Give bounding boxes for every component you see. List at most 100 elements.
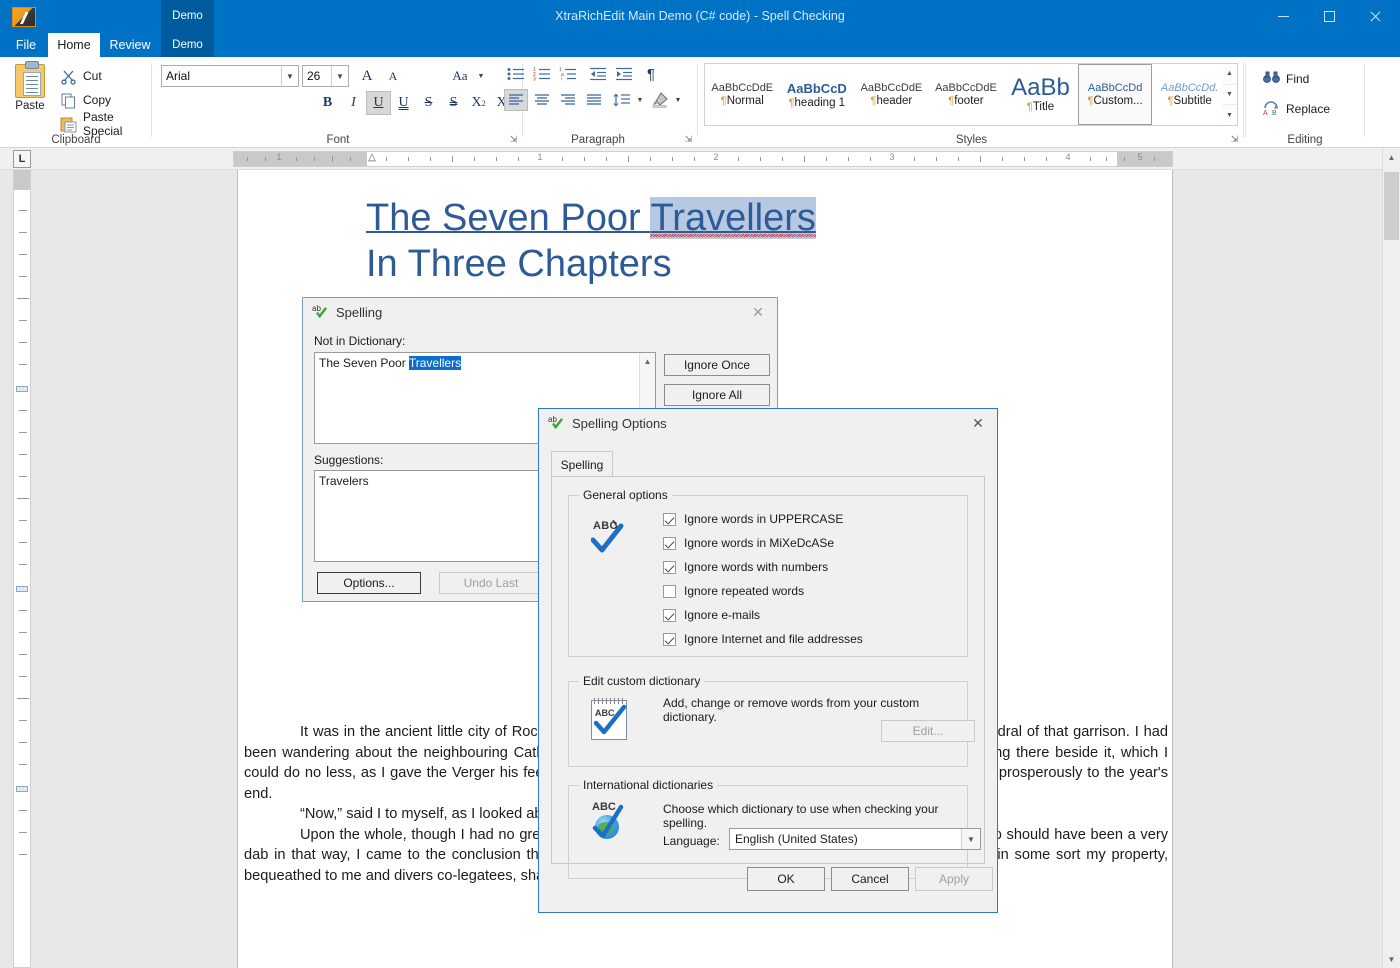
- shading-chevron-down-icon[interactable]: ▼: [672, 89, 684, 111]
- italic-button[interactable]: I: [341, 91, 366, 115]
- ignore-once-button[interactable]: Ignore Once: [664, 354, 770, 376]
- change-case-button[interactable]: Aa: [445, 65, 475, 87]
- align-center-button[interactable]: [530, 89, 554, 111]
- paste-special-button[interactable]: Paste Special: [60, 113, 152, 135]
- checkbox-icon[interactable]: [663, 633, 676, 646]
- numbered-list-button[interactable]: 123: [530, 63, 554, 85]
- copy-button[interactable]: Copy: [60, 89, 111, 111]
- paragraph-dialog-launcher[interactable]: ⇲: [683, 134, 694, 145]
- scroll-up-icon[interactable]: ▲: [1383, 148, 1400, 166]
- scroll-down-icon[interactable]: ▼: [1383, 950, 1400, 968]
- show-formatting-marks-button[interactable]: ¶: [640, 63, 662, 85]
- chevron-down-icon[interactable]: ▼: [331, 66, 348, 86]
- indent-marker-icon[interactable]: △: [367, 152, 377, 168]
- checkbox-icon[interactable]: [663, 609, 676, 622]
- document-vertical-scrollbar[interactable]: ▲ ▼: [1382, 148, 1400, 968]
- ok-button[interactable]: OK: [747, 867, 825, 891]
- styles-gallery[interactable]: AaBbCcDdE ¶Normal AaBbCcD ¶heading 1 AaB…: [704, 63, 1228, 126]
- line-spacing-chevron-down-icon[interactable]: ▼: [634, 89, 646, 111]
- tab-stop-selector[interactable]: L: [13, 150, 31, 168]
- horizontal-ruler[interactable]: 1 △ 1 2 3 4 5: [233, 151, 1173, 167]
- scroll-up-icon[interactable]: ▲: [1222, 64, 1237, 85]
- not-in-dictionary-label: Not in Dictionary:: [314, 334, 405, 348]
- style-item-header[interactable]: AaBbCcDdE ¶header: [854, 64, 929, 125]
- demo-tab[interactable]: Demo: [161, 33, 214, 57]
- checkbox-ignore-numbers[interactable]: Ignore words with numbers: [663, 560, 828, 574]
- options-dialog-close-icon[interactable]: ✕: [963, 413, 993, 433]
- double-underline-button[interactable]: U: [391, 91, 416, 115]
- grow-font-button[interactable]: A: [355, 65, 379, 87]
- cancel-button[interactable]: Cancel: [831, 867, 909, 891]
- options-button[interactable]: Options...: [317, 572, 421, 594]
- font-name-value: Arial: [166, 69, 190, 83]
- misspelled-word[interactable]: Travellers: [650, 197, 815, 239]
- decrease-indent-button[interactable]: [586, 63, 610, 85]
- checkbox-icon[interactable]: [663, 585, 676, 598]
- superscript-button[interactable]: X2: [466, 91, 491, 115]
- style-label: ¶header: [871, 95, 913, 107]
- checkbox-ignore-internet[interactable]: Ignore Internet and file addresses: [663, 632, 863, 646]
- checkbox-ignore-emails[interactable]: Ignore e-mails: [663, 608, 760, 622]
- style-item-heading1[interactable]: AaBbCcD ¶heading 1: [780, 64, 855, 125]
- checkbox-ignore-uppercase[interactable]: Ignore words in UPPERCASE: [663, 512, 843, 526]
- close-button[interactable]: [1352, 0, 1398, 33]
- tab-review[interactable]: Review: [102, 33, 158, 57]
- spelling-dialog-titlebar: ab Spelling: [303, 298, 777, 326]
- chevron-down-icon[interactable]: ▼: [281, 66, 298, 86]
- style-item-custom[interactable]: AaBbCcDd ¶Custom...: [1078, 64, 1153, 125]
- vertical-indent-marker[interactable]: [16, 386, 28, 392]
- tab-file[interactable]: File: [8, 33, 44, 57]
- checkbox-ignore-repeated[interactable]: Ignore repeated words: [663, 584, 804, 598]
- paste-button[interactable]: Paste: [8, 62, 52, 134]
- align-left-button[interactable]: [504, 89, 528, 111]
- styles-dialog-launcher[interactable]: ⇲: [1229, 134, 1240, 145]
- shading-button[interactable]: [648, 89, 672, 111]
- vertical-indent-marker[interactable]: [16, 786, 28, 792]
- vertical-ruler[interactable]: [13, 170, 31, 968]
- maximize-button[interactable]: [1306, 0, 1352, 33]
- undo-last-button[interactable]: Undo Last: [439, 572, 543, 594]
- font-size-combo[interactable]: 26 ▼: [302, 65, 349, 87]
- checkbox-icon[interactable]: [663, 561, 676, 574]
- multilevel-list-button[interactable]: 1ai: [556, 63, 580, 85]
- strikethrough-button[interactable]: S: [416, 91, 441, 115]
- increase-indent-button[interactable]: [612, 63, 636, 85]
- bold-button[interactable]: B: [315, 91, 340, 115]
- language-select[interactable]: English (United States) ▼: [729, 828, 981, 850]
- edit-dictionary-button[interactable]: Edit...: [881, 720, 975, 742]
- ignore-all-button[interactable]: Ignore All: [664, 384, 770, 406]
- ruler-right-margin: [1117, 152, 1172, 166]
- minimize-button[interactable]: [1260, 0, 1306, 33]
- find-button[interactable]: Find: [1263, 67, 1309, 91]
- checkbox-icon[interactable]: [663, 513, 676, 526]
- line-spacing-button[interactable]: [610, 89, 634, 111]
- checkbox-ignore-mixedcase[interactable]: Ignore words in MiXeDcASe: [663, 536, 834, 550]
- ruler-number: 2: [713, 152, 718, 162]
- apply-button[interactable]: Apply: [915, 867, 993, 891]
- style-item-subtitle[interactable]: AaBbCcDd. ¶Subtitle: [1152, 64, 1227, 125]
- styles-more-icon[interactable]: ▼: [1222, 105, 1237, 125]
- change-case-chevron-down-icon[interactable]: ▼: [475, 65, 487, 87]
- scroll-down-icon[interactable]: ▼: [1222, 85, 1237, 106]
- chevron-down-icon[interactable]: ▼: [961, 829, 980, 849]
- double-strikethrough-button[interactable]: S: [441, 91, 466, 115]
- tab-home[interactable]: Home: [48, 33, 100, 57]
- ribbon-group-paragraph: 123 1ai ¶: [498, 57, 698, 148]
- align-right-button[interactable]: [556, 89, 580, 111]
- style-item-normal[interactable]: AaBbCcDdE ¶Normal: [705, 64, 780, 125]
- bullet-list-button[interactable]: [504, 63, 528, 85]
- tab-spelling[interactable]: Spelling: [551, 451, 613, 477]
- spelling-dialog-close-icon[interactable]: ✕: [743, 302, 773, 322]
- vertical-indent-marker[interactable]: [16, 586, 28, 592]
- style-item-title[interactable]: AaBb ¶Title: [1003, 64, 1078, 125]
- underline-button[interactable]: U: [366, 91, 391, 115]
- align-justify-button[interactable]: [582, 89, 606, 111]
- styles-gallery-scrollbar[interactable]: ▲ ▼ ▼: [1222, 63, 1238, 126]
- style-item-footer[interactable]: AaBbCcDdE ¶footer: [929, 64, 1004, 125]
- shrink-font-button[interactable]: A: [381, 65, 405, 87]
- font-name-combo[interactable]: Arial ▼: [161, 65, 299, 87]
- cut-button[interactable]: Cut: [60, 65, 102, 87]
- replace-button[interactable]: AB Replace: [1263, 97, 1330, 121]
- checkbox-icon[interactable]: [663, 537, 676, 550]
- scrollbar-thumb[interactable]: [1384, 172, 1399, 240]
